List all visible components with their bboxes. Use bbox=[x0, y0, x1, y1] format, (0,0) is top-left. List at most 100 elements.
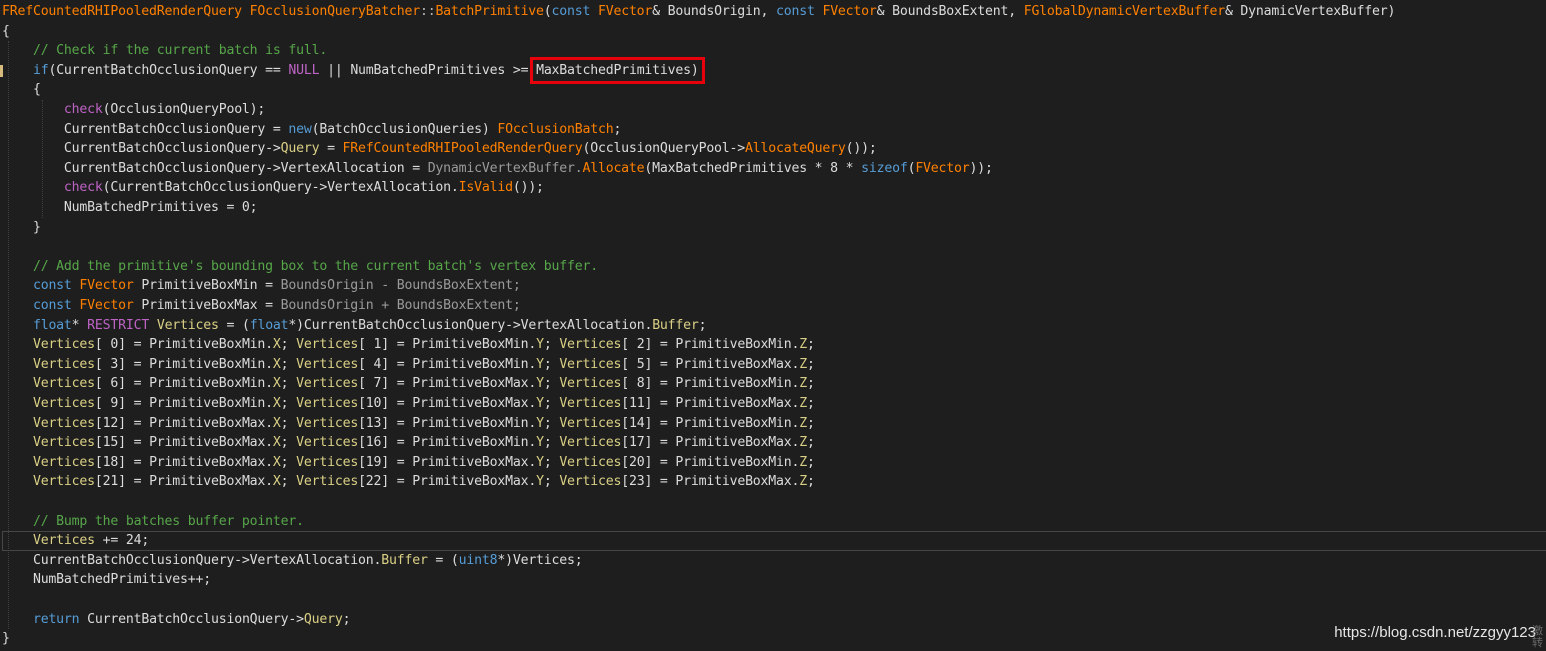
code-token: ; bbox=[807, 415, 815, 431]
code-token: Vertices bbox=[32, 396, 95, 411]
code-line[interactable]: Vertices[ 9] = PrimitiveBoxMin.X; Vertic… bbox=[2, 394, 815, 414]
code-token: [10] = PrimitiveBoxMax. bbox=[358, 396, 537, 411]
code-token: += 24; bbox=[94, 533, 150, 549]
code-token: [18] = PrimitiveBoxMax. bbox=[94, 454, 273, 470]
code-token: // Add the primitive's bounding box to t… bbox=[2, 258, 598, 274]
code-token: * bbox=[71, 317, 88, 333]
code-line[interactable]: CurrentBatchOcclusionQuery->VertexAlloca… bbox=[2, 159, 993, 179]
watermark-overflow: 激 转 bbox=[1532, 625, 1543, 649]
code-token: Y bbox=[536, 356, 544, 372]
code-token: ; bbox=[543, 435, 560, 451]
code-token: Vertices bbox=[296, 337, 359, 353]
code-line[interactable]: NumBatchedPrimitives++; bbox=[2, 570, 211, 590]
code-token: Vertices bbox=[32, 474, 95, 490]
code-token: Vertices bbox=[296, 454, 359, 470]
code-line[interactable]: } bbox=[2, 218, 41, 238]
code-token: [ 6] = PrimitiveBoxMin. bbox=[94, 376, 273, 392]
code-token: [15] = PrimitiveBoxMax. bbox=[94, 435, 273, 451]
code-token: X bbox=[272, 356, 281, 372]
code-token: CurrentBatchOcclusionQuery->VertexAlloca… bbox=[2, 160, 428, 176]
code-line[interactable]: const FVector PrimitiveBoxMin = BoundsOr… bbox=[2, 276, 521, 296]
code-token: [ 9] = PrimitiveBoxMin. bbox=[94, 396, 273, 411]
code-token: FRefCountedRHIPooledRenderQuery bbox=[342, 141, 583, 157]
code-token: ; bbox=[280, 454, 297, 470]
code-line[interactable]: FRefCountedRHIPooledRenderQuery FOcclusi… bbox=[2, 2, 1395, 22]
code-token: ; bbox=[280, 474, 297, 490]
code-editor[interactable]: FRefCountedRHIPooledRenderQuery FOcclusi… bbox=[0, 0, 1546, 651]
code-line[interactable]: { bbox=[2, 80, 41, 100]
code-token: check bbox=[63, 180, 103, 196]
code-line[interactable]: return CurrentBatchOcclusionQuery->Query… bbox=[2, 610, 351, 630]
code-token: X bbox=[272, 435, 281, 451]
code-token: FVector bbox=[822, 4, 877, 19]
code-line[interactable]: // Add the primitive's bounding box to t… bbox=[2, 257, 598, 277]
code-line[interactable]: CurrentBatchOcclusionQuery->VertexAlloca… bbox=[2, 551, 583, 571]
code-token: ; bbox=[543, 454, 560, 470]
code-line[interactable]: Vertices[12] = PrimitiveBoxMax.X; Vertic… bbox=[2, 414, 815, 434]
code-token: (OcclusionQueryPool); bbox=[102, 102, 266, 117]
code-token: const bbox=[551, 4, 598, 19]
code-token: Y bbox=[536, 415, 544, 431]
code-token: FVector bbox=[597, 4, 653, 19]
code-token: [ 4] = PrimitiveBoxMin. bbox=[358, 356, 537, 372]
code-token: ; bbox=[543, 356, 560, 372]
code-token: new bbox=[288, 121, 312, 137]
code-token: = ( bbox=[427, 552, 459, 568]
code-token: Vertices bbox=[296, 435, 359, 451]
code-token: *)CurrentBatchOcclusionQuery->VertexAllo… bbox=[288, 317, 653, 333]
code-line[interactable]: NumBatchedPrimitives = 0; bbox=[2, 198, 258, 218]
code-token: NULL bbox=[288, 62, 320, 78]
code-token: [ 1] = PrimitiveBoxMin. bbox=[358, 337, 537, 353]
code-token: ()); bbox=[512, 180, 544, 196]
code-line[interactable]: { bbox=[2, 22, 10, 42]
code-token: [14] = PrimitiveBoxMin. bbox=[621, 415, 800, 431]
code-token: Vertices bbox=[296, 356, 359, 372]
code-token: X bbox=[272, 415, 281, 431]
code-line[interactable]: CurrentBatchOcclusionQuery->Query = FRef… bbox=[2, 139, 877, 159]
code-token: FOcclusionBatch bbox=[497, 121, 614, 137]
code-token: const bbox=[776, 4, 823, 19]
code-line[interactable]: Vertices [15] = PrimitiveBoxMax.X; Vertic… bbox=[2, 433, 815, 453]
code-line[interactable]: Vertices += 24; bbox=[2, 531, 1546, 552]
code-token: [ 0] = PrimitiveBoxMin. bbox=[94, 337, 273, 353]
code-line[interactable]: Vertices[ 0] = PrimitiveBoxMin.X; Vertic… bbox=[2, 335, 815, 355]
code-token: { bbox=[2, 23, 10, 39]
code-token: Z bbox=[799, 396, 807, 411]
code-token: BoundsOrigin + BoundsBoxExtent; bbox=[280, 298, 521, 313]
code-line[interactable]: // Check if the current batch is full. bbox=[2, 41, 327, 61]
code-token: [13] = PrimitiveBoxMin. bbox=[358, 415, 537, 431]
code-token: Vertices bbox=[32, 356, 95, 372]
code-token: ; bbox=[807, 337, 815, 353]
code-token: ; bbox=[543, 474, 560, 490]
code-line[interactable]: // Bump the batches buffer pointer. bbox=[2, 512, 304, 532]
code-line[interactable]: const FVector PrimitiveBoxMax = BoundsOr… bbox=[2, 296, 521, 316]
code-token: Buffer bbox=[652, 317, 699, 333]
code-line[interactable]: Vertices[18] = PrimitiveBoxMax.X; Vertic… bbox=[2, 453, 815, 473]
code-line[interactable]: check(OcclusionQueryPool); bbox=[2, 100, 265, 120]
code-token: = ( bbox=[218, 317, 250, 333]
code-token: Z bbox=[799, 337, 807, 353]
code-token: Vertices bbox=[296, 415, 359, 431]
code-token: Y bbox=[536, 396, 544, 411]
code-line[interactable]: Vertices[ 3] = PrimitiveBoxMin.X; Vertic… bbox=[2, 355, 815, 375]
code-token: PrimitiveBoxMax = bbox=[133, 298, 281, 313]
code-line[interactable]: float* RESTRICT Vertices = (float*)Curre… bbox=[2, 316, 707, 336]
code-token: (CurrentBatchOcclusionQuery->VertexAlloc… bbox=[102, 180, 459, 196]
code-token: Z bbox=[799, 474, 807, 490]
code-token: ; bbox=[807, 396, 815, 411]
code-token: ; bbox=[807, 435, 815, 451]
code-token: CurrentBatchOcclusionQuery->VertexAlloca… bbox=[2, 552, 382, 568]
code-line[interactable]: check(CurrentBatchOcclusionQuery->Vertex… bbox=[2, 178, 544, 198]
code-line[interactable]: Vertices[21] = PrimitiveBoxMax.X; Vertic… bbox=[2, 472, 815, 492]
code-line[interactable]: } bbox=[2, 629, 10, 649]
code-token: Y bbox=[536, 474, 544, 490]
code-line[interactable]: Vertices[ 6] = PrimitiveBoxMin.X; Vertic… bbox=[2, 374, 815, 394]
code-token: if bbox=[32, 62, 49, 78]
code-token: ; bbox=[280, 376, 297, 392]
code-line[interactable]: CurrentBatchOcclusionQuery = new(BatchOc… bbox=[2, 120, 621, 140]
code-token: Vertices bbox=[559, 435, 622, 451]
